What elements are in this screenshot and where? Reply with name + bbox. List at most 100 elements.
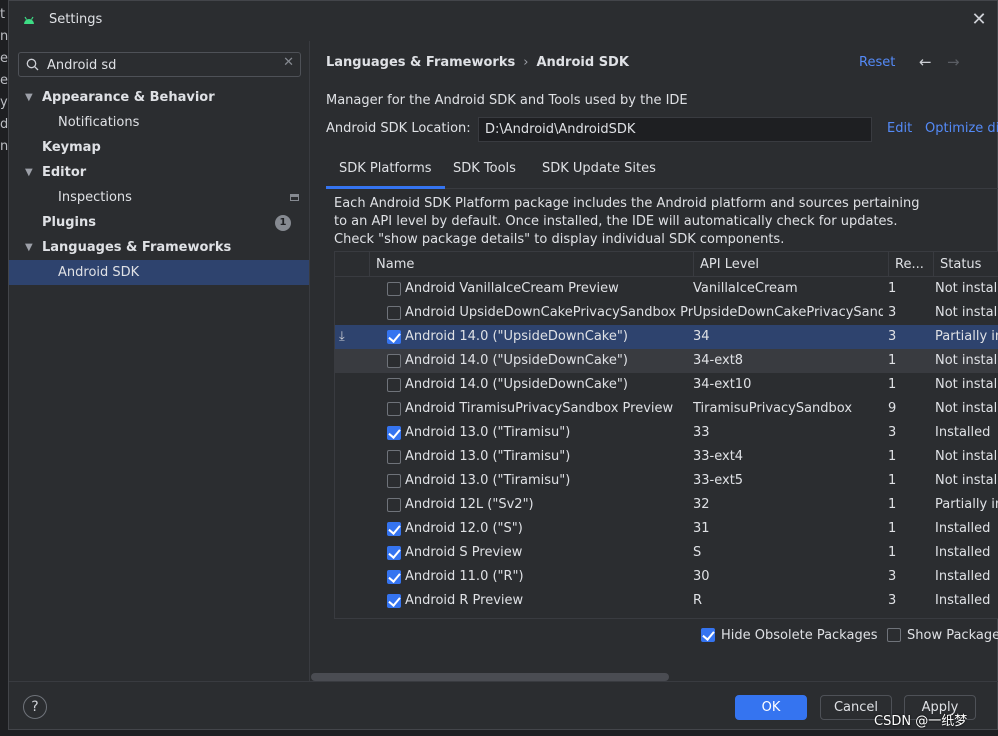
checkbox-checked[interactable]	[387, 570, 401, 584]
breadcrumb-item-current: Android SDK	[536, 55, 629, 70]
status-cell: Not installed	[935, 353, 998, 368]
clear-search-icon[interactable]: ✕	[283, 55, 294, 70]
revision-cell: 9	[888, 401, 897, 416]
package-name-cell: Android 14.0 ("UpsideDownCake")	[405, 353, 628, 368]
table-row[interactable]: ⤓ Android 14.0 ("UpsideDownCake") 34 3 Parti…	[335, 325, 998, 349]
api-level-cell: 34-ext10	[693, 377, 752, 392]
column-header-status[interactable]: Status	[933, 252, 998, 277]
close-icon[interactable]: ✕	[969, 10, 989, 30]
column-header-name[interactable]: Name	[369, 252, 693, 277]
checkbox-unchecked[interactable]	[387, 474, 401, 488]
api-level-cell: S	[693, 545, 702, 560]
table-row[interactable]: Android VanillaIceCream Preview VanillaIc…	[335, 277, 998, 301]
sidebar-item-appearance-behavior[interactable]: ▼ Appearance & Behavior	[9, 85, 309, 110]
checkbox-unchecked[interactable]	[387, 282, 401, 296]
sdk-location-field[interactable]: D:\Android\AndroidSDK	[478, 117, 872, 142]
sidebar-item-label: Plugins	[42, 215, 96, 230]
table-row[interactable]: Android 14.0 ("UpsideDownCake") 34-ext8 1 N…	[335, 349, 998, 373]
edit-link[interactable]: Edit	[887, 121, 912, 136]
api-level-cell: 34	[693, 329, 710, 344]
table-row[interactable]: Android 13.0 ("Tiramisu") 33 3 Installed	[335, 421, 998, 445]
search-input[interactable]	[47, 55, 267, 75]
breadcrumb-separator: ›	[523, 55, 529, 70]
api-level-cell: 32	[693, 497, 710, 512]
sidebar-item-plugins[interactable]: Plugins 1	[9, 210, 309, 235]
status-cell: Installed	[935, 425, 991, 440]
checkbox-unchecked[interactable]	[387, 378, 401, 392]
sdk-tabs: SDK Platforms SDK Tools SDK Update Sites	[326, 153, 998, 189]
checkbox-checked[interactable]	[387, 546, 401, 560]
checkbox-unchecked[interactable]	[387, 354, 401, 368]
checkbox-checked[interactable]	[701, 627, 715, 642]
sidebar-item-inspections[interactable]: Inspections	[9, 185, 309, 210]
table-row[interactable]: Android 13.0 ("Tiramisu") 33-ext4 1 Not ins…	[335, 445, 998, 469]
checkbox-unchecked[interactable]	[387, 498, 401, 512]
hide-obsolete-checkbox[interactable]: Hide Obsolete Packages	[701, 627, 878, 643]
plugins-update-badge: 1	[275, 215, 291, 231]
table-header: Name API Level Re... Status	[335, 252, 998, 277]
table-row[interactable]: Android R Preview R 3 Installed	[335, 589, 998, 613]
chevron-down-icon[interactable]: ▼	[25, 235, 33, 260]
sidebar-item-languages-frameworks[interactable]: ▼ Languages & Frameworks	[9, 235, 309, 260]
settings-search-box[interactable]: ✕	[18, 52, 301, 77]
project-settings-icon	[290, 194, 299, 201]
ok-button[interactable]: OK	[735, 695, 807, 720]
table-body: Android VanillaIceCream Preview VanillaIc…	[335, 277, 998, 613]
sidebar-item-keymap[interactable]: Keymap	[9, 135, 309, 160]
tab-sdk-tools[interactable]: SDK Tools	[440, 153, 529, 189]
checkbox-checked[interactable]	[387, 426, 401, 440]
dialog-footer: ? OK Cancel Apply	[9, 681, 998, 731]
reset-link[interactable]: Reset	[859, 55, 895, 70]
checkbox-unchecked[interactable]	[387, 402, 401, 416]
checkbox-checked[interactable]	[387, 594, 401, 608]
show-package-details-checkbox[interactable]: Show Package Details	[887, 628, 998, 643]
package-name-cell: Android 13.0 ("Tiramisu")	[405, 449, 571, 464]
api-level-cell: UpsideDownCakePrivacySandbox	[693, 305, 883, 320]
tab-sdk-update-sites[interactable]: SDK Update Sites	[529, 153, 669, 189]
sidebar-item-label: Languages & Frameworks	[42, 240, 232, 255]
status-cell: Partially installed	[935, 497, 998, 512]
back-arrow-icon[interactable]: ←	[919, 53, 932, 71]
tab-sdk-platforms[interactable]: SDK Platforms	[326, 153, 445, 189]
revision-cell: 1	[888, 281, 897, 296]
chevron-down-icon[interactable]: ▼	[25, 160, 33, 185]
panel-divider[interactable]	[309, 41, 310, 681]
revision-cell: 3	[888, 305, 897, 320]
checkbox-unchecked[interactable]	[887, 628, 901, 642]
show-details-label: Show Package Details	[907, 628, 998, 643]
revision-cell: 1	[888, 473, 897, 488]
column-header-api-level[interactable]: API Level	[693, 252, 888, 277]
sidebar-item-notifications[interactable]: Notifications	[9, 110, 309, 135]
android-icon	[24, 16, 34, 24]
table-row[interactable]: Android 14.0 ("UpsideDownCake") 34-ext10 1…	[335, 373, 998, 397]
revision-cell: 3	[888, 593, 897, 608]
column-header-revision[interactable]: Re...	[888, 252, 933, 277]
table-row[interactable]: Android 13.0 ("Tiramisu") 33-ext5 1 Not ins…	[335, 469, 998, 493]
sidebar-item-editor[interactable]: ▼ Editor	[9, 160, 309, 185]
table-row[interactable]: Android 12.0 ("S") 31 1 Installed	[335, 517, 998, 541]
page-description: Manager for the Android SDK and Tools us…	[326, 93, 688, 108]
package-name-cell: Android R Preview	[405, 593, 524, 608]
search-icon	[26, 58, 39, 71]
horizontal-scrollbar[interactable]	[311, 673, 669, 681]
table-row[interactable]: Android S Preview S 1 Installed	[335, 541, 998, 565]
hide-obsolete-label: Hide Obsolete Packages	[721, 628, 878, 643]
checkbox-unchecked[interactable]	[387, 450, 401, 464]
table-row[interactable]: Android TiramisuPrivacySandbox Preview Ti…	[335, 397, 998, 421]
package-name-cell: Android S Preview	[405, 545, 523, 560]
status-cell: Installed	[935, 569, 991, 584]
table-row[interactable]: Android 11.0 ("R") 30 3 Installed	[335, 565, 998, 589]
checkbox-checked[interactable]	[387, 330, 401, 344]
checkbox-unchecked[interactable]	[387, 306, 401, 320]
optimize-disk-space-link[interactable]: Optimize disk space	[925, 121, 998, 136]
table-row[interactable]: Android 12L ("Sv2") 32 1 Partially installe…	[335, 493, 998, 517]
help-icon[interactable]: ?	[23, 695, 47, 719]
checkbox-checked[interactable]	[387, 522, 401, 536]
table-row[interactable]: Android UpsideDownCakePrivacySandbox Pre…	[335, 301, 998, 325]
status-cell: Not installed	[935, 281, 998, 296]
sidebar-item-label: Keymap	[42, 140, 101, 155]
sidebar-item-android-sdk[interactable]: Android SDK	[9, 260, 309, 285]
status-cell: Not installed	[935, 473, 998, 488]
package-name-cell: Android 13.0 ("Tiramisu")	[405, 425, 571, 440]
chevron-down-icon[interactable]: ▼	[25, 85, 33, 110]
